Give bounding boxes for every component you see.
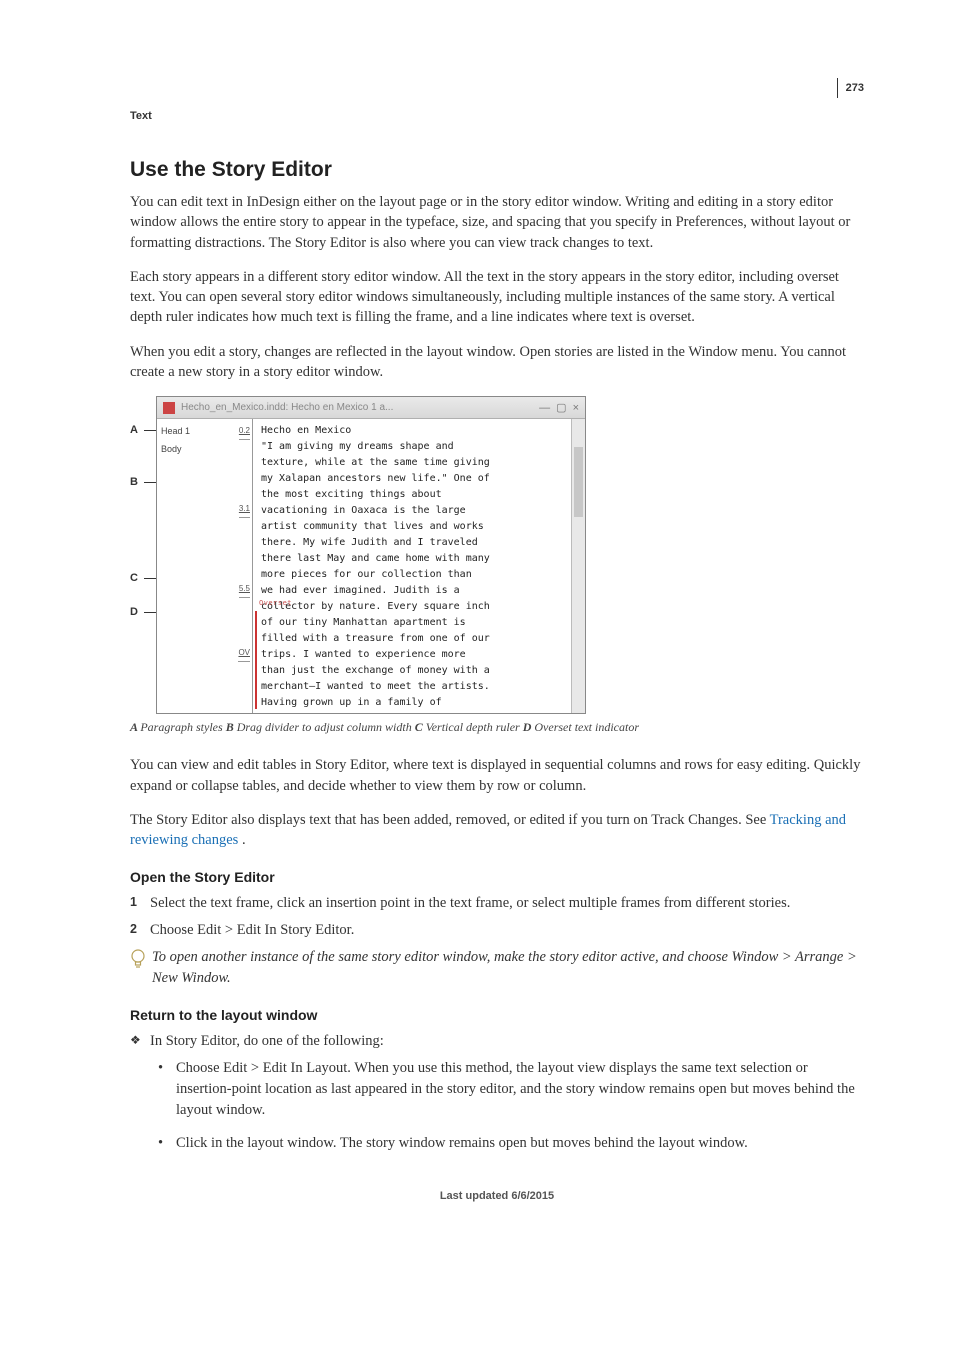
last-updated-footer: Last updated 6/6/2015 (130, 1190, 864, 1202)
story-line: collector by nature. Every square inch (261, 599, 565, 615)
ruler-mark-2: 3.1 (239, 501, 250, 518)
overset-indicator (255, 611, 257, 709)
story-editor-titlebar: Hecho_en_Mexico.indd: Hecho en Mexico 1 … (157, 397, 585, 419)
lightbulb-icon (130, 949, 148, 971)
track-changes-paragraph: The Story Editor also displays text that… (130, 810, 864, 851)
return-bullet-1: Choose Edit > Edit In Layout. When you u… (158, 1058, 864, 1121)
scroll-thumb[interactable] (574, 447, 583, 517)
story-line: there. My wife Judith and I traveled (261, 535, 565, 551)
minimize-button[interactable]: — (539, 400, 550, 416)
story-line: merchant—I wanted to meet the artists. (261, 679, 565, 695)
story-line: the most exciting things about (261, 487, 565, 503)
return-layout-bullets: Choose Edit > Edit In Layout. When you u… (130, 1058, 864, 1154)
ruler-mark-3: 5.5 (239, 581, 250, 598)
callout-c: C (130, 572, 140, 584)
step-2: Choose Edit > Edit In Story Editor. (130, 920, 864, 941)
step-1: Select the text frame, click an insertio… (130, 893, 864, 914)
close-button[interactable]: × (573, 400, 579, 416)
app-icon (163, 402, 175, 414)
intro-paragraph-2: Each story appears in a different story … (130, 267, 864, 328)
story-line: there last May and came home with many (261, 551, 565, 567)
story-editor-window: Hecho_en_Mexico.indd: Hecho en Mexico 1 … (156, 396, 586, 714)
window-title: Hecho_en_Mexico.indd: Hecho en Mexico 1 … (181, 400, 533, 416)
ruler-mark-ov: OV (238, 645, 250, 662)
callout-b: B (130, 476, 140, 488)
open-story-editor-heading: Open the Story Editor (130, 869, 864, 885)
intro-paragraph-3: When you edit a story, changes are refle… (130, 342, 864, 383)
story-line: more pieces for our collection than (261, 567, 565, 583)
story-line: texture, while at the same time giving (261, 455, 565, 471)
callout-d: D (130, 606, 140, 618)
callout-a: A (130, 424, 140, 436)
tip-text: To open another instance of the same sto… (152, 947, 864, 989)
story-line: vacationing in Oaxaca is the large (261, 503, 565, 519)
story-line: we had ever imagined. Judith is a (261, 583, 565, 599)
return-bullet-2: Click in the layout window. The story wi… (158, 1133, 864, 1154)
story-line: than just the exchange of money with a (261, 663, 565, 679)
story-line: "I am giving my dreams shape and (261, 439, 565, 455)
intro-paragraph-1: You can edit text in InDesign either on … (130, 192, 864, 253)
story-line: trips. I wanted to experience more (261, 647, 565, 663)
story-line: artist community that lives and works (261, 519, 565, 535)
story-line: sculptors (my father took commissions (261, 711, 565, 713)
return-layout-heading: Return to the layout window (130, 1007, 864, 1023)
section-label: Text (130, 110, 864, 122)
story-line: filled with a treasure from one of our (261, 631, 565, 647)
vertical-scrollbar[interactable] (571, 419, 585, 713)
story-editor-style-column[interactable]: Head 1 Body 0.2 3.1 5.5 OV (157, 419, 253, 713)
story-line: Hecho en Mexico (261, 423, 565, 439)
tables-paragraph: You can view and edit tables in Story Ed… (130, 755, 864, 796)
page-number: 273 (837, 78, 864, 98)
tip-row: To open another instance of the same sto… (130, 947, 864, 989)
overset-label: Overset (259, 595, 292, 611)
figure-caption: A Paragraph styles B Drag divider to adj… (130, 720, 864, 735)
ruler-mark-1: 0.2 (239, 423, 250, 440)
story-line: of our tiny Manhattan apartment is (261, 615, 565, 631)
return-lead-item: In Story Editor, do one of the following… (130, 1031, 864, 1052)
page-title: Use the Story Editor (130, 158, 864, 182)
open-story-editor-steps: Select the text frame, click an insertio… (130, 893, 864, 941)
story-editor-figure: A B C D Hecho_en_Mexico.indd: Hecho en M… (130, 396, 864, 714)
paragraph-style-head1: Head 1 (161, 423, 250, 439)
paragraph-style-body: Body (161, 441, 250, 457)
story-editor-text-column[interactable]: Overset Hecho en Mexico "I am giving my … (253, 419, 571, 713)
figure-callouts: A B C D (130, 396, 156, 714)
story-line: Having grown up in a family of (261, 695, 565, 711)
return-layout-lead-list: In Story Editor, do one of the following… (130, 1031, 864, 1052)
maximize-button[interactable]: ▢ (556, 400, 566, 416)
story-line: my Xalapan ancestors new life." One of (261, 471, 565, 487)
